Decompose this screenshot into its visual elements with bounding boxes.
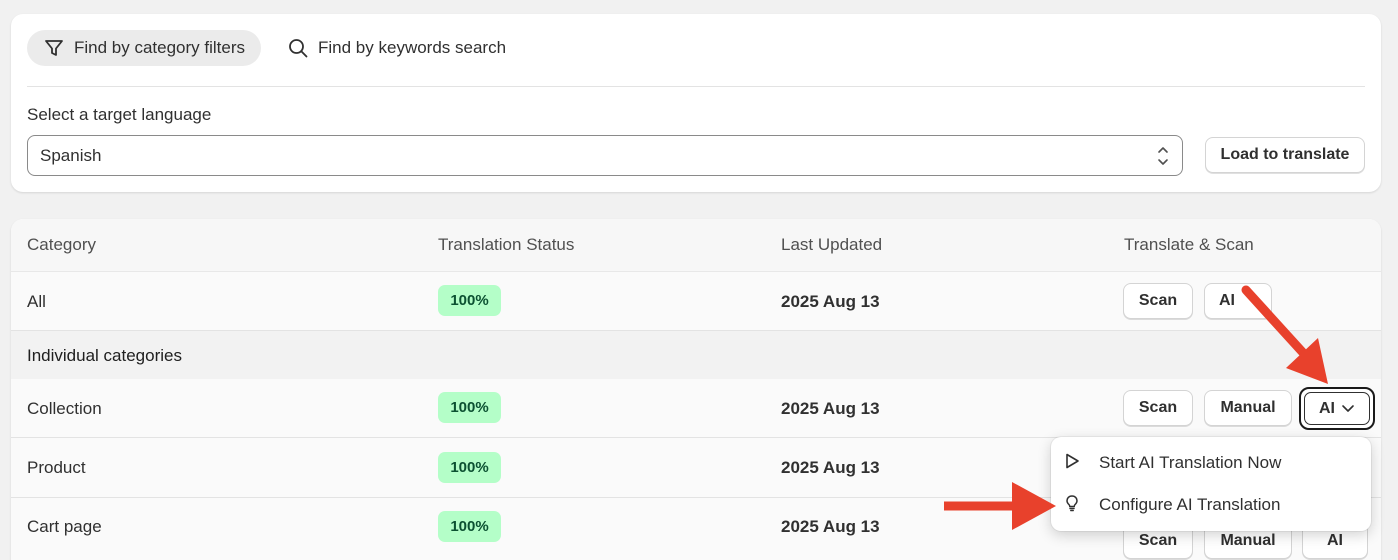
status-badge: 100% [438, 452, 501, 483]
filter-icon [43, 37, 65, 59]
language-select-value: Spanish [40, 145, 102, 165]
menu-item-configure-ai-translation[interactable]: Configure AI Translation [1063, 487, 1280, 523]
header-translation-status: Translation Status [438, 235, 575, 254]
status-badge: 100% [438, 285, 501, 316]
menu-item-label: Start AI Translation Now [1099, 453, 1282, 472]
annotation-arrow-icon [944, 482, 1056, 530]
ai-action-menu: Start AI Translation Now Configure AI Tr… [1051, 437, 1371, 531]
play-icon [1063, 452, 1081, 475]
tab-keyword-search-label: Find by keywords search [318, 38, 507, 57]
menu-item-start-ai-translation[interactable]: Start AI Translation Now [1063, 445, 1281, 481]
section-label: Individual categories [27, 346, 182, 365]
search-icon [287, 37, 309, 59]
menu-item-label: Configure AI Translation [1099, 495, 1281, 514]
table-row: Collection 100% 2025 Aug 13 Scan Manual [11, 379, 1381, 438]
ai-dropdown-button[interactable]: AI [1299, 387, 1375, 430]
lightbulb-icon [1063, 494, 1081, 517]
scan-button[interactable]: Scan [1123, 283, 1193, 319]
select-chevron-icon [1156, 143, 1170, 174]
status-badge: 100% [438, 511, 501, 542]
row-category: Collection [27, 399, 102, 418]
scan-button[interactable]: Scan [1123, 390, 1193, 426]
section-header: Individual categories [11, 331, 1381, 379]
language-select[interactable]: Spanish [27, 135, 1183, 176]
ai-button-label: AI [1219, 292, 1235, 309]
status-badge: 100% [438, 392, 501, 423]
load-to-translate-button[interactable]: Load to translate [1205, 137, 1365, 173]
row-last-updated: 2025 Aug 13 [781, 458, 880, 477]
filter-card: Find by category filters Find by keyword… [11, 14, 1381, 192]
table-row: All 100% 2025 Aug 13 Scan AI [11, 272, 1381, 331]
ai-dropdown-label: AI [1319, 399, 1335, 417]
row-last-updated: 2025 Aug 13 [781, 517, 880, 536]
row-last-updated: 2025 Aug 13 [781, 399, 880, 418]
header-translate-scan: Translate & Scan [1124, 235, 1254, 254]
row-last-updated: 2025 Aug 13 [781, 292, 880, 311]
row-category: Product [27, 458, 86, 477]
header-last-updated: Last Updated [781, 235, 883, 254]
tab-category-filters[interactable]: Find by category filters [27, 30, 262, 66]
ai-dropdown-inner: AI [1304, 392, 1370, 425]
row-category: Cart page [27, 517, 102, 536]
tab-keyword-search[interactable]: Find by keywords search [271, 30, 522, 66]
annotation-arrow-icon [1241, 285, 1328, 384]
manual-button[interactable]: Manual [1204, 390, 1292, 426]
tab-category-filters-label: Find by category filters [74, 38, 246, 57]
row-category: All [27, 292, 46, 311]
chevron-down-icon [1341, 400, 1355, 418]
header-category: Category [27, 235, 96, 254]
divider [27, 86, 1365, 87]
filter-tabs: Find by category filters Find by keyword… [27, 30, 522, 66]
language-label: Select a target language [27, 105, 212, 124]
table-header: Category Translation Status Last Updated… [11, 219, 1381, 272]
